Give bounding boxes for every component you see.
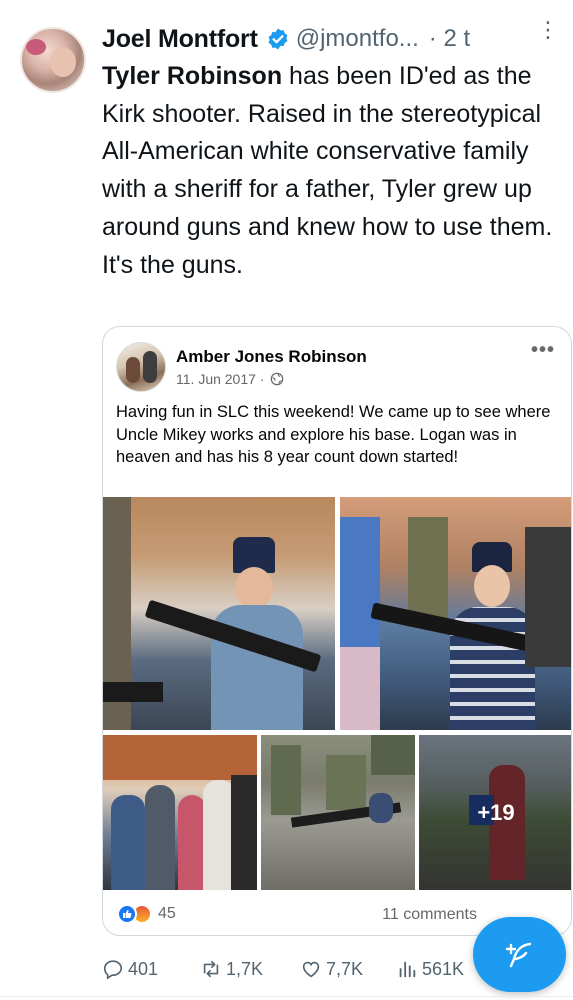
compose-button[interactable] <box>473 917 566 992</box>
photo-adult-2 <box>231 775 257 890</box>
heart-icon <box>302 961 320 978</box>
photo-person-blue <box>340 517 380 667</box>
verified-badge-icon <box>268 28 288 50</box>
views-count: 561K <box>422 958 465 979</box>
tweet-text-bold: Tyler Robinson <box>102 62 283 90</box>
reply-button[interactable]: 401 <box>102 958 158 980</box>
author-name[interactable]: Joel Montfort <box>102 25 258 54</box>
post-date-text: 11. Jun 2017 · <box>176 371 265 387</box>
photo-kid-lying <box>369 793 393 823</box>
post-author-avatar <box>116 342 166 392</box>
avatar-flower-detail <box>26 39 46 55</box>
photo-soldier-1 <box>271 745 301 815</box>
more-photos-count: +19 <box>477 799 515 825</box>
post-date: 11. Jun 2017 · <box>176 371 284 387</box>
views-chart-icon <box>399 961 416 978</box>
repost-icon <box>203 960 219 978</box>
like-count: 7,7K <box>326 958 364 979</box>
reply-count: 401 <box>128 958 159 979</box>
more-vertical-icon[interactable]: ⋮ <box>537 19 559 41</box>
author-handle[interactable]: @jmontfo... <box>296 25 419 53</box>
reaction-count: 45 <box>158 905 176 922</box>
post-more-icon: ••• <box>530 339 555 361</box>
tweet-text-body: has been ID'ed as the Kirk shooter. Rais… <box>102 62 553 279</box>
photo-soldier-2 <box>326 755 366 810</box>
comments-count: 11 comments <box>382 906 477 923</box>
more-photos-overlay[interactable]: +19 <box>419 735 571 890</box>
embedded-facebook-post[interactable]: Amber Jones Robinson 11. Jun 2017 · ••• … <box>102 326 572 936</box>
photo-kids-group <box>103 735 257 890</box>
tweet-text: Tyler Robinson has been ID'ed as the Kir… <box>102 58 568 284</box>
photo-kid-3 <box>178 795 206 890</box>
avatar-face-detail <box>50 47 76 77</box>
photo-kid-1 <box>111 795 145 890</box>
tweet-header: Joel Montfort @jmontfo... · 2 t ⋮ <box>102 19 563 56</box>
tweet-timestamp[interactable]: · 2 t <box>429 25 470 53</box>
views-button[interactable]: 561K <box>396 958 464 980</box>
post-reactions: 45 <box>117 904 176 924</box>
photo-boy-with-rifle-1 <box>103 497 335 730</box>
photo-face-2 <box>474 565 510 607</box>
globe-icon <box>271 372 284 386</box>
divider <box>0 996 573 997</box>
photo-brick-wall <box>103 735 257 780</box>
photo-person-right <box>525 527 571 667</box>
photo-rifle-2 <box>103 682 163 702</box>
post-author-name: Amber Jones Robinson <box>176 347 367 366</box>
repost-count: 1,7K <box>226 958 264 979</box>
avatar-person-left <box>126 357 140 383</box>
photo-boy-with-rifle-2 <box>340 497 571 730</box>
avatar-person-right <box>143 351 157 383</box>
author-avatar[interactable] <box>20 27 86 93</box>
photo-soldiers-machine-gun <box>261 735 415 890</box>
photo-kid-2 <box>145 785 175 890</box>
compose-feather-icon <box>505 942 531 967</box>
photo-more-outdoor[interactable]: +19 <box>419 735 571 890</box>
post-text: Having fun in SLC this weekend! We came … <box>116 403 551 466</box>
like-reaction-icon <box>117 904 137 924</box>
repost-button[interactable]: 1,7K <box>200 958 263 980</box>
photo-shorts <box>340 647 380 730</box>
like-button[interactable]: 7,7K <box>300 958 363 980</box>
reply-icon <box>103 960 123 980</box>
photo-vehicle <box>371 735 415 775</box>
photo-face <box>235 567 273 609</box>
